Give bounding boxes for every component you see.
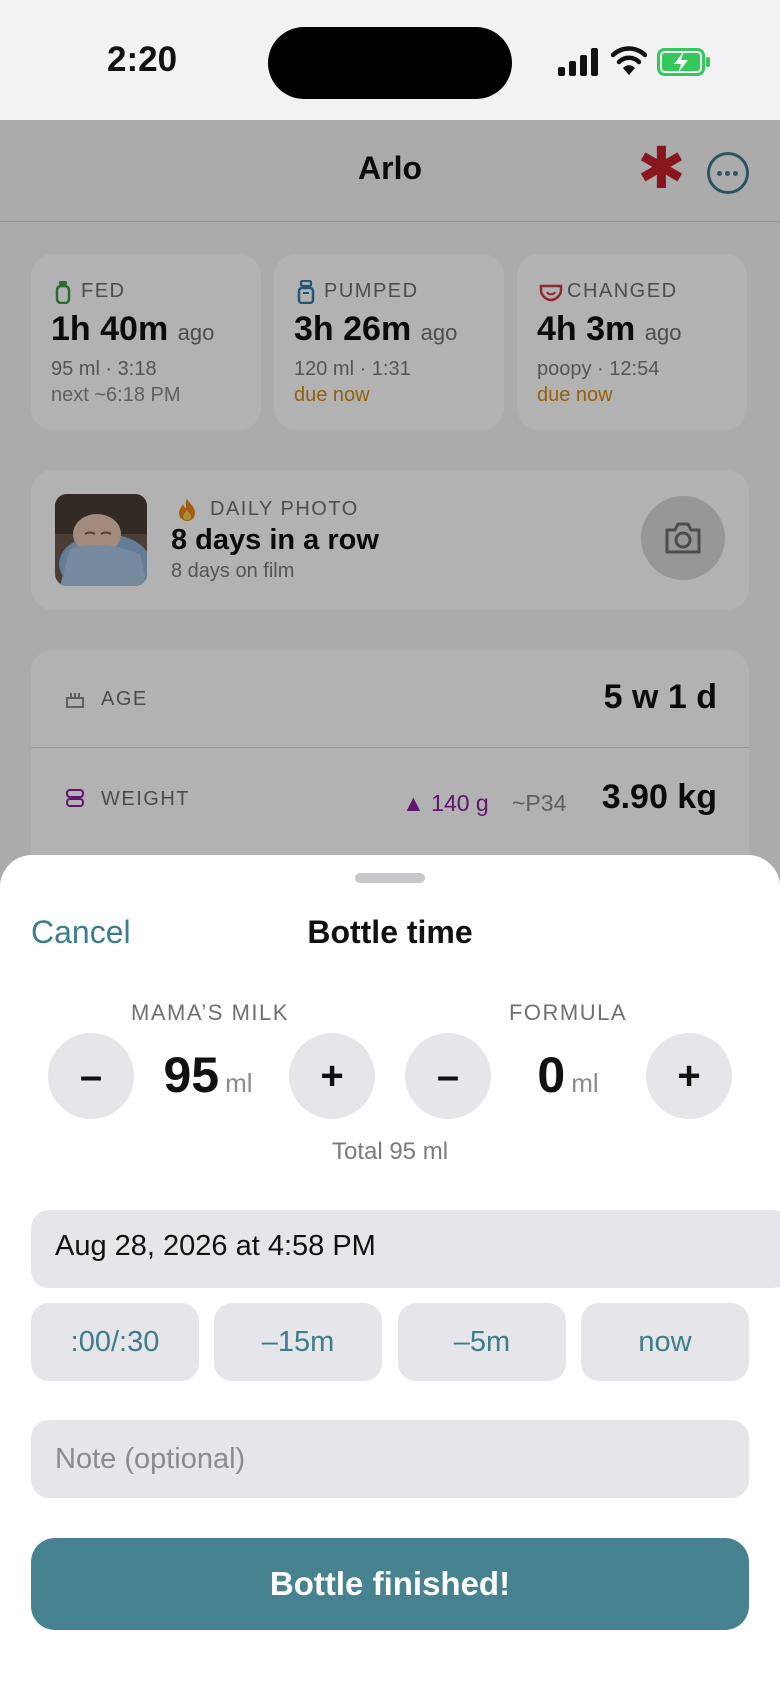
mamas-milk-label: MAMA’S MILK (131, 1000, 289, 1025)
datetime-value: Aug 28, 2026 at 4:58 PM (55, 1230, 376, 1262)
total-amount: Total 95 ml (331, 1138, 449, 1165)
formula-amount: 0 ml (537, 1047, 599, 1103)
minus-15m-chip[interactable]: –15m (214, 1303, 382, 1381)
status-time: 2:20 (107, 40, 178, 79)
now-chip[interactable]: now (581, 1303, 749, 1381)
bottle-finished-button[interactable]: Bottle finished! (31, 1538, 749, 1630)
minus-5m-chip[interactable]: –5m (398, 1303, 566, 1381)
mamas-milk-amount: 95 ml (163, 1047, 253, 1103)
formula-increment-button[interactable]: + (646, 1033, 732, 1119)
cancel-button[interactable]: Cancel (31, 914, 131, 951)
dynamic-island (268, 27, 512, 99)
cellular-signal-icon (558, 48, 598, 76)
formula-decrement-button[interactable]: – (405, 1033, 491, 1119)
mamas-milk-increment-button[interactable]: + (289, 1033, 375, 1119)
wifi-icon (611, 46, 647, 75)
round-to-half-hour-chip[interactable]: :00/:30 (31, 1303, 199, 1381)
mamas-milk-decrement-button[interactable]: – (48, 1033, 134, 1119)
note-input[interactable] (31, 1420, 749, 1498)
datetime-picker[interactable]: Aug 28, 2026 at 4:58 PM (31, 1210, 780, 1288)
sheet-grabber[interactable] (355, 873, 425, 883)
battery-charging-icon (657, 48, 710, 76)
formula-label: FORMULA (508, 1000, 628, 1025)
